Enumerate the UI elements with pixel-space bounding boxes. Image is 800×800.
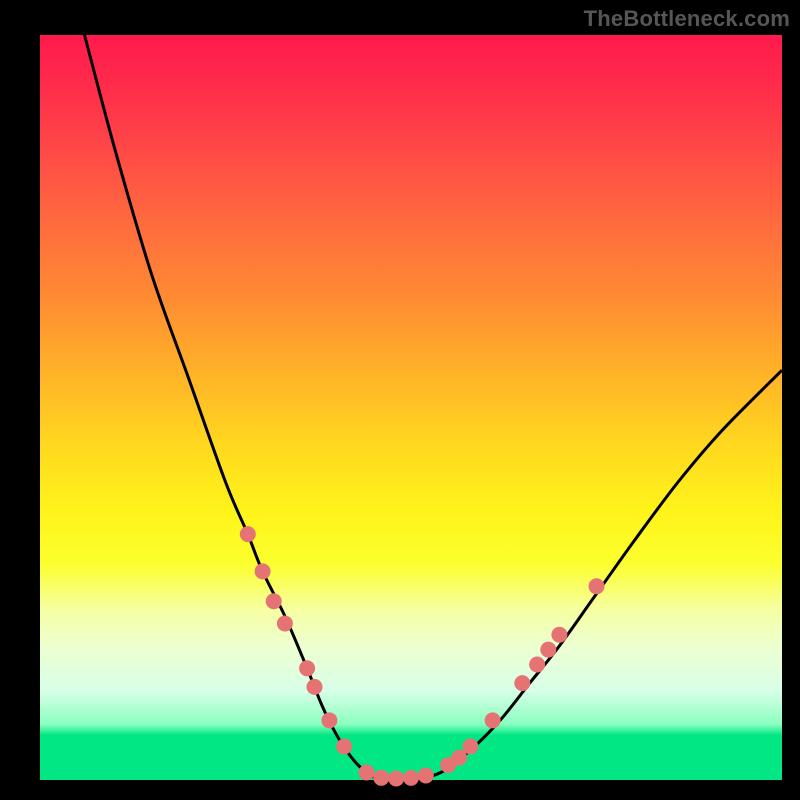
data-dot: [418, 768, 434, 784]
data-dot: [336, 739, 352, 755]
data-dot: [321, 712, 337, 728]
data-dot: [266, 593, 282, 609]
data-dot: [240, 526, 256, 542]
data-dot: [388, 771, 404, 787]
data-dot: [403, 770, 419, 786]
chart-frame: TheBottleneck.com: [0, 0, 800, 800]
data-dot: [551, 627, 567, 643]
data-dot: [462, 739, 478, 755]
data-dot: [589, 578, 605, 594]
bottleneck-curve: [85, 35, 783, 781]
data-dot: [359, 765, 375, 781]
data-dot: [299, 660, 315, 676]
data-dot: [529, 657, 545, 673]
data-dot: [277, 616, 293, 632]
data-dots: [240, 526, 605, 786]
data-dot: [373, 770, 389, 786]
curve-layer: [40, 35, 782, 780]
data-dot: [307, 679, 323, 695]
data-dot: [540, 642, 556, 658]
data-dot: [514, 675, 530, 691]
data-dot: [485, 712, 501, 728]
watermark-text: TheBottleneck.com: [584, 6, 790, 32]
data-dot: [255, 563, 271, 579]
